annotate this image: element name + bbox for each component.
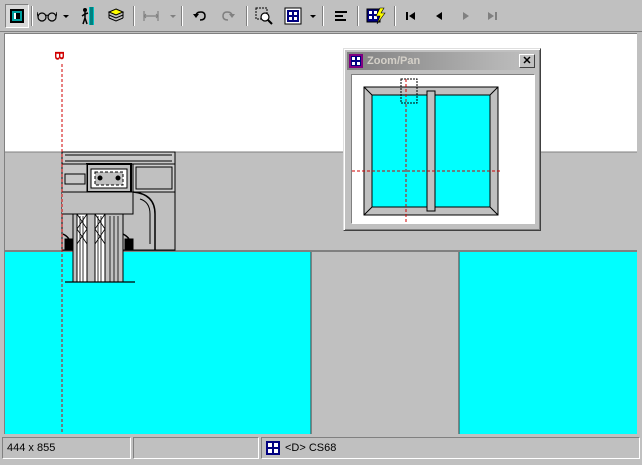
view-button[interactable]	[34, 4, 60, 28]
toolbar-separator	[322, 6, 324, 26]
flash-grid-button[interactable]	[363, 4, 389, 28]
status-profile: <D> CS68	[261, 437, 640, 459]
person-icon	[81, 7, 94, 25]
close-button[interactable]: ✕	[519, 54, 535, 68]
next-record-icon	[463, 12, 469, 20]
glass-pane-left	[5, 252, 311, 434]
layers-icon	[107, 8, 125, 22]
status-dimensions: 444 x 855	[2, 437, 131, 459]
layers-button[interactable]	[104, 4, 128, 28]
dimension-dropdown-arrow[interactable]	[168, 4, 177, 28]
view-dropdown-arrow[interactable]	[61, 4, 70, 28]
undo-icon	[193, 11, 206, 21]
grid-dropdown-arrow[interactable]	[308, 4, 317, 28]
status-empty-panel	[133, 437, 259, 459]
drawing-canvas[interactable]: B	[4, 33, 637, 434]
toolbar-separator	[133, 6, 135, 26]
glasses-icon	[37, 11, 57, 22]
toolbar-separator	[31, 6, 33, 26]
first-record-button[interactable]	[399, 4, 423, 28]
align-button[interactable]	[329, 4, 353, 28]
profile-text: <D> CS68	[285, 442, 337, 454]
glass-pane-right	[459, 252, 637, 434]
zoom-overview	[352, 78, 500, 223]
last-record-icon	[488, 12, 497, 20]
redo-button[interactable]	[216, 4, 240, 28]
last-record-button[interactable]	[480, 4, 504, 28]
toolbar-separator	[394, 6, 396, 26]
first-record-icon	[406, 12, 415, 20]
status-bar: 444 x 855 <D> CS68	[0, 436, 642, 465]
zoom-window-button[interactable]	[252, 4, 276, 28]
redo-icon	[222, 11, 235, 21]
mullion	[311, 252, 459, 434]
previous-record-button[interactable]	[427, 4, 451, 28]
zoom-pan-title: Zoom/Pan	[367, 55, 421, 67]
previous-record-icon	[436, 12, 442, 20]
next-record-button[interactable]	[454, 4, 478, 28]
grid-window-icon	[284, 7, 302, 25]
person-button[interactable]	[75, 4, 99, 28]
window-drawing	[5, 64, 637, 434]
grid-window-button[interactable]	[281, 4, 305, 28]
toolbar-separator	[357, 6, 359, 26]
flash-grid-icon	[366, 7, 386, 25]
frame-view-button[interactable]	[5, 4, 29, 28]
zoom-window-icon	[255, 7, 273, 25]
section-label: B	[52, 51, 67, 61]
align-left-icon	[335, 11, 347, 21]
grid-app-icon	[349, 54, 363, 68]
close-icon: ✕	[522, 54, 532, 67]
grid-icon	[266, 441, 280, 455]
zoom-pan-titlebar[interactable]: Zoom/Pan ✕	[347, 52, 537, 70]
toolbar-separator	[246, 6, 248, 26]
dimension-icon	[143, 11, 159, 21]
dimension-button[interactable]	[139, 4, 163, 28]
frame-view-icon	[10, 9, 24, 23]
undo-button[interactable]	[188, 4, 212, 28]
dimensions-text: 444 x 855	[7, 442, 56, 454]
zoom-pan-viewport[interactable]	[351, 74, 535, 224]
toolbar	[0, 0, 642, 32]
zoom-pan-window[interactable]: Zoom/Pan ✕	[343, 48, 541, 231]
toolbar-separator	[181, 6, 183, 26]
